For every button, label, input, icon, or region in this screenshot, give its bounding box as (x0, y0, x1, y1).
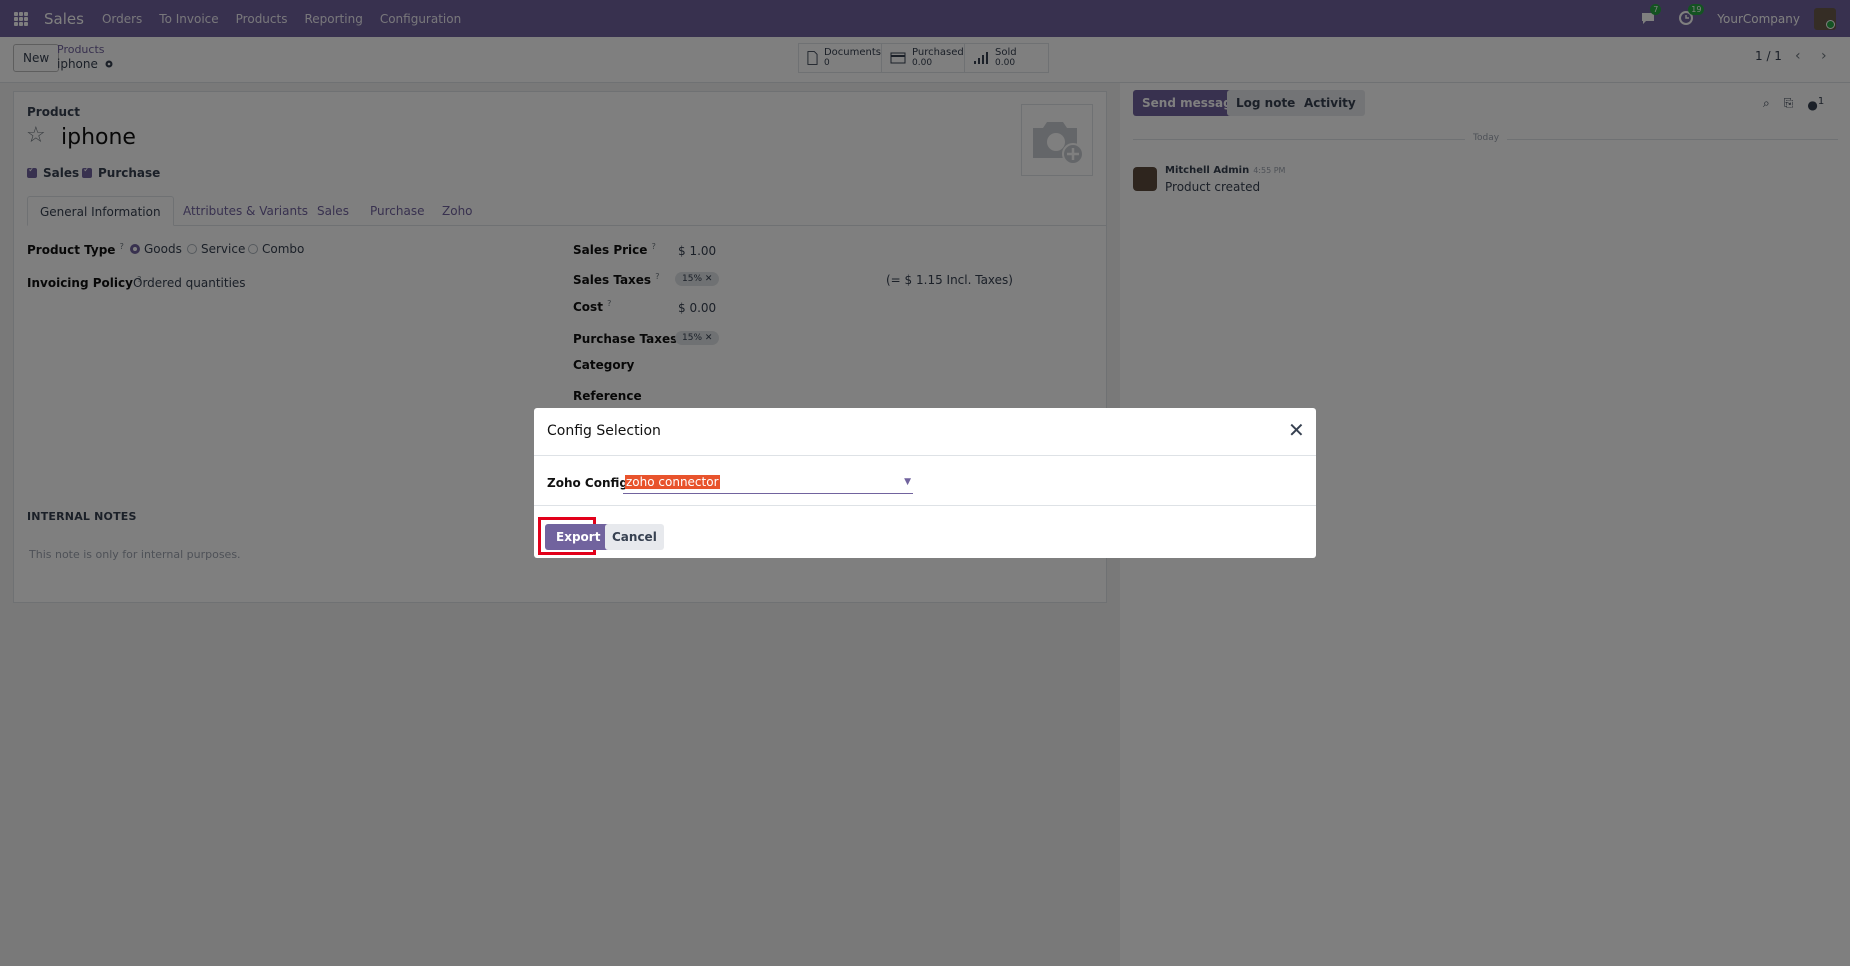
export-button[interactable]: Export (545, 524, 612, 550)
dialog-header: Config Selection ✕ (534, 408, 1316, 456)
caret-down-icon[interactable]: ▼ (904, 477, 911, 487)
config-selection-dialog: Config Selection ✕ Zoho Config zoho conn… (534, 408, 1316, 558)
dialog-footer: Export Cancel (534, 506, 1316, 558)
dialog-body: Zoho Config zoho connector ▼ (534, 456, 1316, 506)
cancel-button[interactable]: Cancel (605, 524, 664, 550)
zoho-config-label: Zoho Config (547, 476, 628, 490)
zoho-config-select[interactable]: zoho connector ▼ (623, 472, 913, 494)
close-icon[interactable]: ✕ (1288, 420, 1305, 440)
zoho-config-value[interactable]: zoho connector (625, 475, 720, 489)
dialog-title: Config Selection (547, 423, 661, 439)
